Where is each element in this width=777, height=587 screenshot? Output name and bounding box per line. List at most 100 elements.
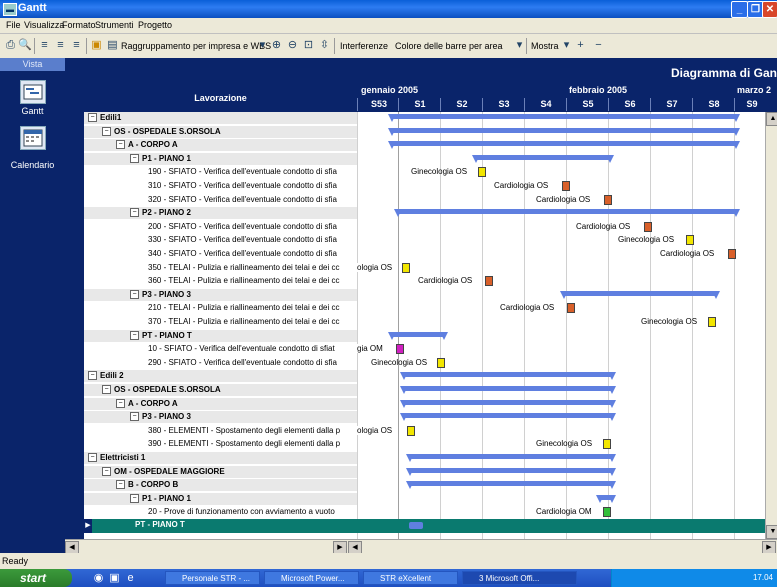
- taskbar-item[interactable]: Personale STR - ...: [165, 571, 260, 585]
- zoom-fit-icon[interactable]: ⊡: [302, 39, 315, 52]
- collapse-toggle-icon[interactable]: −: [88, 113, 97, 123]
- summary-bar[interactable]: [472, 155, 614, 163]
- tree-task-row[interactable]: 20 - Prove di funzionamento con avviamen…: [84, 506, 361, 518]
- calendar-icon[interactable]: [20, 126, 46, 150]
- filter-icon[interactable]: ▣: [90, 39, 103, 52]
- tree-task-row[interactable]: 340 - SFIATO - Verifica dell'eventuale c…: [84, 248, 361, 260]
- summary-bar[interactable]: [388, 332, 448, 340]
- print-preview-icon[interactable]: 🔍: [18, 39, 32, 52]
- task-marker[interactable]: [478, 167, 486, 177]
- summary-bar[interactable]: [400, 386, 616, 394]
- taskbar-item[interactable]: 3 Microsoft Offi...: [462, 571, 577, 585]
- sidebar-item-calendar[interactable]: Calendario: [0, 160, 65, 170]
- task-marker[interactable]: [567, 303, 575, 313]
- collapse-toggle-icon[interactable]: −: [116, 140, 125, 150]
- summary-bar[interactable]: [388, 141, 740, 149]
- tree-group-row[interactable]: − OS - OSPEDALE S.ORSOLA: [84, 384, 357, 396]
- tree-task-row[interactable]: 290 - SFIATO - Verifica dell'eventuale c…: [84, 357, 361, 369]
- gantt-bar[interactable]: [409, 522, 423, 529]
- taskbar-item[interactable]: STR eXcellent: [363, 571, 458, 585]
- minimize-button[interactable]: _: [731, 1, 748, 18]
- collapse-toggle-icon[interactable]: −: [130, 208, 139, 218]
- summary-bar[interactable]: [406, 454, 616, 462]
- grouping-dropdown[interactable]: Raggruppamento per impresa e WBS: [121, 38, 271, 54]
- tree-group-row[interactable]: − Elettricisti 1: [84, 452, 357, 464]
- remove-icon[interactable]: −: [592, 39, 605, 52]
- task-marker[interactable]: [562, 181, 570, 191]
- collapse-toggle-icon[interactable]: −: [102, 467, 111, 477]
- collapse-toggle-icon[interactable]: −: [116, 480, 125, 490]
- menu-tools[interactable]: Strumenti: [95, 20, 134, 30]
- add-icon[interactable]: +: [574, 39, 587, 52]
- tree-task-row[interactable]: 330 - SFIATO - Verifica dell'eventuale c…: [84, 234, 361, 246]
- tree-group-row[interactable]: − Edili 2: [84, 370, 357, 382]
- align-right-icon[interactable]: ≡: [70, 39, 83, 52]
- task-marker[interactable]: [686, 235, 694, 245]
- grouping-icon[interactable]: ▤: [106, 39, 119, 52]
- tree-group-row[interactable]: − OM - OSPEDALE MAGGIORE: [84, 466, 357, 478]
- quicklaunch-icon[interactable]: ▣: [108, 572, 121, 585]
- align-center-icon[interactable]: ≡: [54, 39, 67, 52]
- tree-group-row[interactable]: − P3 - PIANO 3: [84, 289, 357, 301]
- task-marker[interactable]: [728, 249, 736, 259]
- tree-group-row[interactable]: − A - CORPO A: [84, 398, 357, 410]
- split-icon[interactable]: ⇳: [318, 39, 331, 52]
- summary-bar[interactable]: [560, 291, 720, 299]
- align-left-icon[interactable]: ≡: [38, 39, 51, 52]
- vertical-scrollbar[interactable]: ▲ ▼: [765, 112, 777, 539]
- task-marker[interactable]: [437, 358, 445, 368]
- tree-task-row[interactable]: 190 - SFIATO - Verifica dell'eventuale c…: [84, 166, 361, 178]
- sidebar-item-gantt[interactable]: Gantt: [0, 106, 65, 116]
- show-dropdown[interactable]: Mostra: [531, 38, 559, 54]
- task-marker[interactable]: [396, 344, 404, 354]
- scroll-down-icon[interactable]: ▼: [766, 525, 777, 539]
- tree-task-row[interactable]: 350 - TELAI - Pulizia e riallineamento d…: [84, 262, 361, 274]
- tree-task-row[interactable]: 210 - TELAI - Pulizia e riallineamento d…: [84, 302, 361, 314]
- task-marker[interactable]: [604, 195, 612, 205]
- task-marker[interactable]: [708, 317, 716, 327]
- menu-file[interactable]: File: [6, 20, 21, 30]
- tree-task-row[interactable]: 380 - ELEMENTI - Spostamento degli eleme…: [84, 425, 361, 437]
- taskbar-item[interactable]: Microsoft Power...: [264, 571, 359, 585]
- tree-group-row[interactable]: − P2 - PIANO 2: [84, 207, 357, 219]
- close-button[interactable]: ✕: [762, 1, 777, 18]
- collapse-toggle-icon[interactable]: −: [102, 127, 111, 137]
- summary-bar[interactable]: [400, 400, 616, 408]
- collapse-toggle-icon[interactable]: −: [116, 399, 125, 409]
- collapse-toggle-icon[interactable]: −: [130, 154, 139, 164]
- collapse-toggle-icon[interactable]: −: [130, 331, 139, 341]
- tree-group-row[interactable]: − P1 - PIANO 1: [84, 493, 357, 505]
- tree-group-row[interactable]: − B - CORPO B: [84, 479, 357, 491]
- collapse-toggle-icon[interactable]: −: [130, 412, 139, 422]
- tree-task-row[interactable]: 320 - SFIATO - Verifica dell'eventuale c…: [84, 194, 361, 206]
- tree-task-row[interactable]: 360 - TELAI - Pulizia e riallineamento d…: [84, 275, 361, 287]
- task-marker[interactable]: [402, 263, 410, 273]
- collapse-toggle-icon[interactable]: −: [88, 371, 97, 381]
- horizontal-scrollbar[interactable]: ◀ ▶ ◀ ▶: [65, 539, 777, 555]
- tree-group-row[interactable]: − P3 - PIANO 3: [84, 411, 357, 423]
- menu-view[interactable]: Visualizza: [24, 20, 64, 30]
- chevron-down-icon[interactable]: ▾: [256, 39, 269, 52]
- tree-task-row[interactable]: 310 - SFIATO - Verifica dell'eventuale c…: [84, 180, 361, 192]
- task-marker[interactable]: [407, 426, 415, 436]
- menu-format[interactable]: Formato: [62, 20, 96, 30]
- task-marker[interactable]: [603, 439, 611, 449]
- summary-bar[interactable]: [400, 372, 616, 380]
- collapse-toggle-icon[interactable]: −: [88, 453, 97, 463]
- zoom-in-icon[interactable]: ⊕: [270, 39, 283, 52]
- chevron-down-icon[interactable]: ▾: [560, 39, 573, 52]
- chevron-down-icon[interactable]: ▾: [513, 39, 526, 52]
- tree-group-row[interactable]: − OS - OSPEDALE S.ORSOLA: [84, 126, 357, 138]
- summary-bar[interactable]: [400, 413, 616, 421]
- summary-bar[interactable]: [406, 481, 616, 489]
- summary-bar[interactable]: [394, 209, 740, 217]
- browser-icon[interactable]: e: [124, 572, 137, 585]
- tree-group-row[interactable]: − A - CORPO A: [84, 139, 357, 151]
- print-icon[interactable]: ⎙: [4, 39, 17, 52]
- collapse-toggle-icon[interactable]: −: [130, 290, 139, 300]
- collapse-toggle-icon[interactable]: −: [130, 494, 139, 504]
- collapse-toggle-icon[interactable]: −: [102, 385, 111, 395]
- tree-group-row[interactable]: − Edili1: [84, 112, 357, 124]
- scroll-up-icon[interactable]: ▲: [766, 112, 777, 126]
- tree-task-row[interactable]: 10 - SFIATO - Verifica dell'eventuale co…: [84, 343, 361, 355]
